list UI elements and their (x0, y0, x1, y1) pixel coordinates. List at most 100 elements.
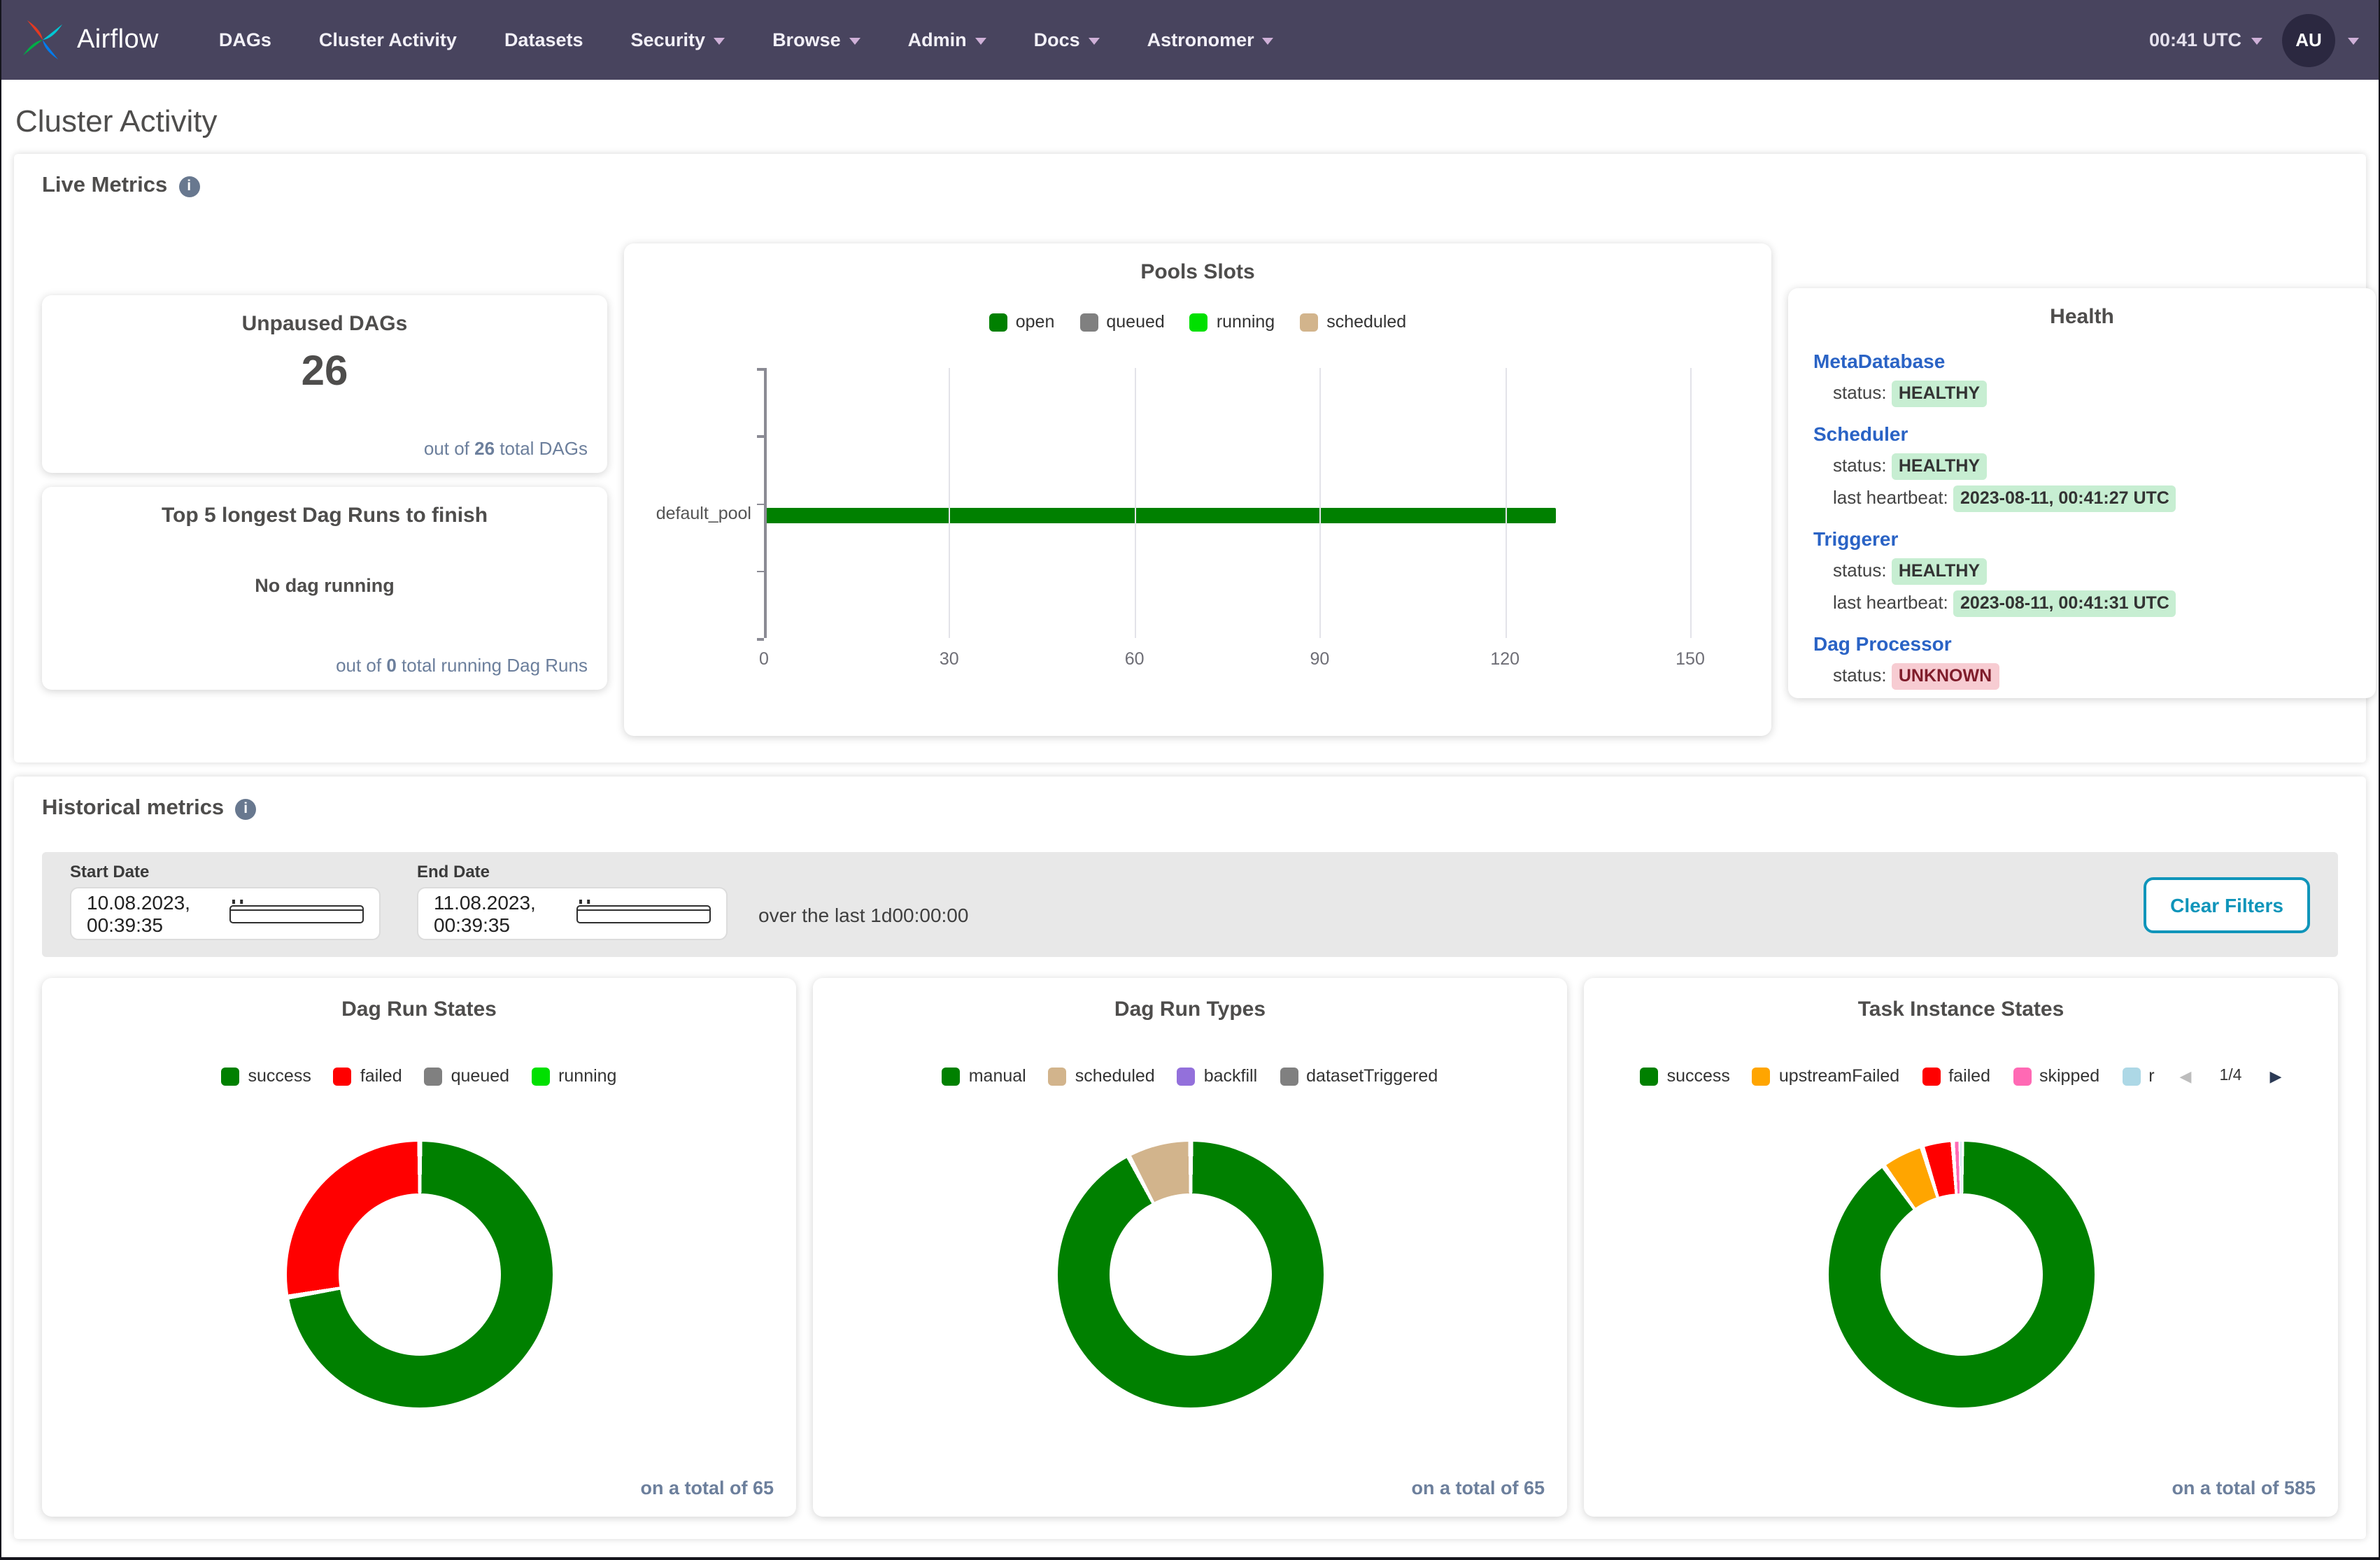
legend-swatch-icon (425, 1067, 443, 1085)
legend-item[interactable]: datasetTriggered (1280, 1066, 1438, 1086)
legend-label: running (1217, 312, 1275, 332)
legend-item[interactable]: open (989, 312, 1055, 332)
legend-prev-icon[interactable]: ◀ (2180, 1067, 2192, 1085)
nav-item-admin[interactable]: Admin (884, 0, 1010, 80)
status-badge: HEALTHY (1892, 453, 1987, 480)
brand-name: Airflow (77, 24, 159, 55)
navbar-right: 00:41 UTC AU (2149, 13, 2359, 66)
legend-swatch-icon (1177, 1067, 1196, 1085)
live-metrics-panel: Live Metrics i Unpaused DAGs 26 out of 2… (14, 154, 2366, 763)
chevron-down-icon (2251, 38, 2262, 45)
legend-item[interactable]: failed (1922, 1066, 1990, 1086)
status-badge: HEALTHY (1892, 381, 1987, 407)
legend-item[interactable]: manual (942, 1066, 1026, 1086)
chart-title: Pools Slots (624, 243, 1771, 284)
legend-swatch-icon (989, 313, 1007, 331)
legend-label: running (558, 1066, 616, 1086)
nav-item-browse[interactable]: Browse (749, 0, 884, 80)
health-component-link[interactable]: Scheduler (1813, 423, 1908, 445)
nav-item-docs[interactable]: Docs (1010, 0, 1124, 80)
legend-swatch-icon (532, 1067, 550, 1085)
chevron-down-icon (714, 38, 725, 45)
start-date-label: Start Date (70, 862, 381, 881)
x-tick-label: 120 (1490, 649, 1520, 669)
chart-title: Dag Run Types (813, 978, 1567, 1021)
clear-filters-button[interactable]: Clear Filters (2144, 877, 2310, 933)
legend-item[interactable]: scheduled (1049, 1066, 1155, 1086)
nav-item-astronomer[interactable]: Astronomer (1124, 0, 1298, 80)
legend-swatch-icon (1922, 1067, 1940, 1085)
chevron-down-icon (2348, 38, 2359, 45)
clock-dropdown[interactable]: 00:41 UTC (2149, 29, 2262, 50)
airflow-brand[interactable]: Airflow (21, 18, 159, 62)
x-axis-ticks: 0306090120150 (764, 649, 1690, 672)
legend-item[interactable]: success (1641, 1066, 1730, 1086)
chevron-down-icon (1263, 38, 1274, 45)
legend-swatch-icon (1641, 1067, 1659, 1085)
legend-item[interactable]: success (222, 1066, 311, 1086)
legend-item[interactable]: failed (334, 1066, 402, 1086)
legend-item[interactable]: queued (1079, 312, 1164, 332)
calendar-icon[interactable] (576, 905, 711, 923)
legend-item[interactable]: scheduled (1300, 312, 1406, 332)
no-dag-running-message: No dag running (42, 575, 607, 596)
card-title: Top 5 longest Dag Runs to finish (42, 487, 607, 527)
live-metrics-heading: Live Metrics i (42, 173, 2338, 199)
x-tick-label: 150 (1676, 649, 1705, 669)
range-text: over the last 1d00:00:00 (758, 884, 968, 926)
total-label: on a total of 585 (2172, 1477, 2316, 1498)
legend-label: success (248, 1066, 311, 1086)
legend-label: backfill (1204, 1066, 1257, 1086)
nav-item-datasets[interactable]: Datasets (481, 0, 607, 80)
nav-item-cluster-activity[interactable]: Cluster Activity (295, 0, 481, 80)
legend-item[interactable]: backfill (1177, 1066, 1257, 1086)
legend-item[interactable]: running (532, 1066, 616, 1086)
navbar: Airflow DAGs Cluster Activity Datasets S… (1, 0, 2379, 80)
end-date-input[interactable]: 11.08.2023, 00:39:35 (417, 887, 728, 940)
legend-item[interactable]: queued (425, 1066, 509, 1086)
health-component-link[interactable]: MetaDatabase (1813, 350, 1945, 372)
legend-label: scheduled (1326, 312, 1406, 332)
unpaused-dags-footnote: out of 26 total DAGs (424, 438, 588, 459)
legend-item[interactable]: running (1190, 312, 1275, 332)
legend-swatch-icon (1079, 313, 1098, 331)
health-card: Health MetaDatabase status: HEALTHY Sche… (1788, 288, 2376, 698)
calendar-icon[interactable] (229, 905, 364, 923)
end-date-label: End Date (417, 862, 728, 881)
health-entry-metadatabase: MetaDatabase status: HEALTHY (1813, 350, 2351, 407)
y-axis-tick (757, 436, 764, 438)
open-slots-bar[interactable] (766, 509, 1557, 524)
x-tick-label: 60 (1125, 649, 1145, 669)
dag-run-states-card: Dag Run States success failed queued runnin… (42, 978, 796, 1517)
nav-menu: DAGs Cluster Activity Datasets Security … (195, 0, 1298, 80)
donut-chart[interactable] (1057, 1142, 1323, 1407)
x-tick-label: 0 (759, 649, 769, 669)
legend-label: datasetTriggered (1306, 1066, 1438, 1086)
legend: manual scheduled backfill datasetTriggered (813, 1066, 1567, 1086)
start-date-input[interactable]: 10.08.2023, 00:39:35 (70, 887, 381, 940)
info-icon[interactable]: i (235, 798, 256, 819)
legend-item[interactable]: r (2122, 1066, 2154, 1086)
donut-chart[interactable] (286, 1142, 552, 1407)
health-component-link[interactable]: Triggerer (1813, 527, 1898, 550)
info-icon[interactable]: i (178, 176, 199, 197)
legend-label: open (1016, 312, 1055, 332)
legend-swatch-icon (334, 1067, 352, 1085)
gridline (1135, 368, 1136, 638)
chart-title: Dag Run States (42, 978, 796, 1021)
legend-next-icon[interactable]: ▶ (2269, 1067, 2281, 1085)
health-entry-triggerer: Triggerer status: HEALTHY last heartbeat… (1813, 527, 2351, 617)
donut-chart[interactable] (1828, 1142, 2094, 1407)
x-tick-label: 30 (940, 649, 959, 669)
legend-item[interactable]: skipped (2013, 1066, 2099, 1086)
user-menu[interactable]: AU (2282, 13, 2359, 66)
heartbeat-badge: 2023-08-11, 00:41:31 UTC (1953, 590, 2176, 617)
legend-label: manual (969, 1066, 1026, 1086)
avatar[interactable]: AU (2282, 13, 2335, 66)
filter-bar: Start Date 10.08.2023, 00:39:35 End Date… (42, 852, 2338, 957)
health-component-link[interactable]: Dag Processor (1813, 632, 1952, 655)
legend-item[interactable]: upstreamFailed (1752, 1066, 1899, 1086)
nav-item-security[interactable]: Security (607, 0, 749, 80)
nav-item-dags[interactable]: DAGs (195, 0, 295, 80)
legend-swatch-icon (1280, 1067, 1298, 1085)
